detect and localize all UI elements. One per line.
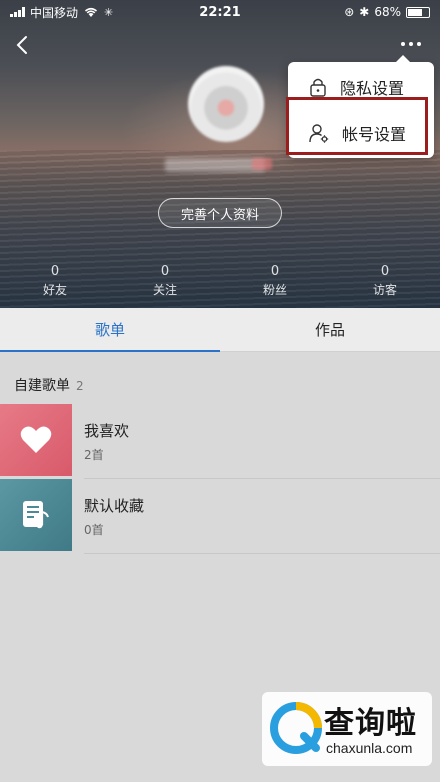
stat-value: 0 bbox=[50, 264, 60, 279]
menu-item-label: 隐私设置 bbox=[340, 79, 405, 98]
search-logo-icon bbox=[270, 702, 322, 754]
carrier-label: 中国移动 bbox=[30, 5, 79, 20]
loading-icon: ✳ bbox=[104, 5, 114, 19]
user-settings-icon bbox=[309, 124, 329, 143]
heart-icon bbox=[20, 426, 52, 453]
stat-following[interactable]: 0 关注 bbox=[110, 264, 220, 304]
stat-friends[interactable]: 0 好友 bbox=[0, 264, 110, 304]
tab-playlists[interactable]: 歌单 bbox=[0, 308, 220, 352]
playlist-title: 默认收藏 bbox=[84, 497, 145, 515]
more-options-menu: 隐私设置 帐号设置 bbox=[288, 55, 434, 158]
playlist-count: 2 bbox=[76, 379, 84, 393]
stat-value: 0 bbox=[270, 264, 280, 279]
section-title: 自建歌单 2 bbox=[14, 375, 84, 395]
back-button[interactable] bbox=[8, 30, 38, 60]
watermark-title: 查询啦 bbox=[324, 706, 417, 741]
status-bar: 中国移动 ✳ 22:21 ⊛ ✱ 68% bbox=[0, 0, 440, 24]
watermark: 查询啦 chaxunla.com bbox=[262, 692, 432, 766]
wifi-icon bbox=[85, 7, 98, 17]
level-badge-blurred bbox=[252, 158, 272, 170]
menu-item-label: 帐号设置 bbox=[342, 125, 407, 144]
avatar[interactable] bbox=[188, 66, 264, 142]
section-title-label: 自建歌单 bbox=[14, 378, 70, 394]
stats-row: 0 好友 0 关注 0 粉丝 0 访客 bbox=[0, 264, 440, 304]
divider bbox=[84, 553, 440, 554]
watermark-url: chaxunla.com bbox=[326, 740, 413, 756]
playlist-song-count: 0首 bbox=[84, 523, 104, 537]
stat-label: 关注 bbox=[152, 283, 177, 297]
battery-icon bbox=[406, 6, 430, 18]
stat-value: 0 bbox=[160, 264, 170, 279]
stat-label: 粉丝 bbox=[262, 283, 287, 297]
stat-label: 访客 bbox=[372, 283, 397, 297]
more-dot-icon bbox=[401, 42, 405, 46]
playlist-item-default-collection[interactable]: 默认收藏 0首 bbox=[0, 479, 440, 554]
more-dot-icon bbox=[417, 42, 421, 46]
playlist-cover bbox=[0, 479, 72, 551]
tab-works[interactable]: 作品 bbox=[220, 308, 440, 351]
complete-profile-button[interactable]: 完善个人资料 bbox=[158, 198, 282, 228]
username-blurred bbox=[165, 158, 265, 172]
bluetooth-icon: ✱ bbox=[359, 5, 370, 19]
playlist-item-favorites[interactable]: 我喜欢 2首 bbox=[0, 404, 440, 479]
chevron-left-icon bbox=[16, 36, 27, 54]
menu-item-privacy-settings[interactable]: 隐私设置 bbox=[288, 64, 434, 110]
playlist-song-count: 2首 bbox=[84, 448, 104, 462]
playlist-cover bbox=[0, 404, 72, 476]
stat-visitors[interactable]: 0 访客 bbox=[330, 264, 440, 304]
rotation-lock-icon: ⊛ bbox=[344, 5, 355, 19]
more-dot-icon bbox=[409, 42, 413, 46]
more-options-button[interactable] bbox=[396, 32, 426, 56]
profile-tabs: 歌单 作品 bbox=[0, 308, 440, 352]
stat-fans[interactable]: 0 粉丝 bbox=[220, 264, 330, 304]
battery-percent: 68% bbox=[374, 5, 401, 19]
lock-icon bbox=[310, 78, 326, 97]
menu-item-account-settings[interactable]: 帐号设置 bbox=[288, 110, 434, 156]
music-note-list-icon bbox=[23, 501, 49, 529]
stat-value: 0 bbox=[380, 264, 390, 279]
playlist-title: 我喜欢 bbox=[84, 422, 130, 440]
signal-icon bbox=[10, 7, 25, 17]
stat-label: 好友 bbox=[42, 283, 67, 297]
